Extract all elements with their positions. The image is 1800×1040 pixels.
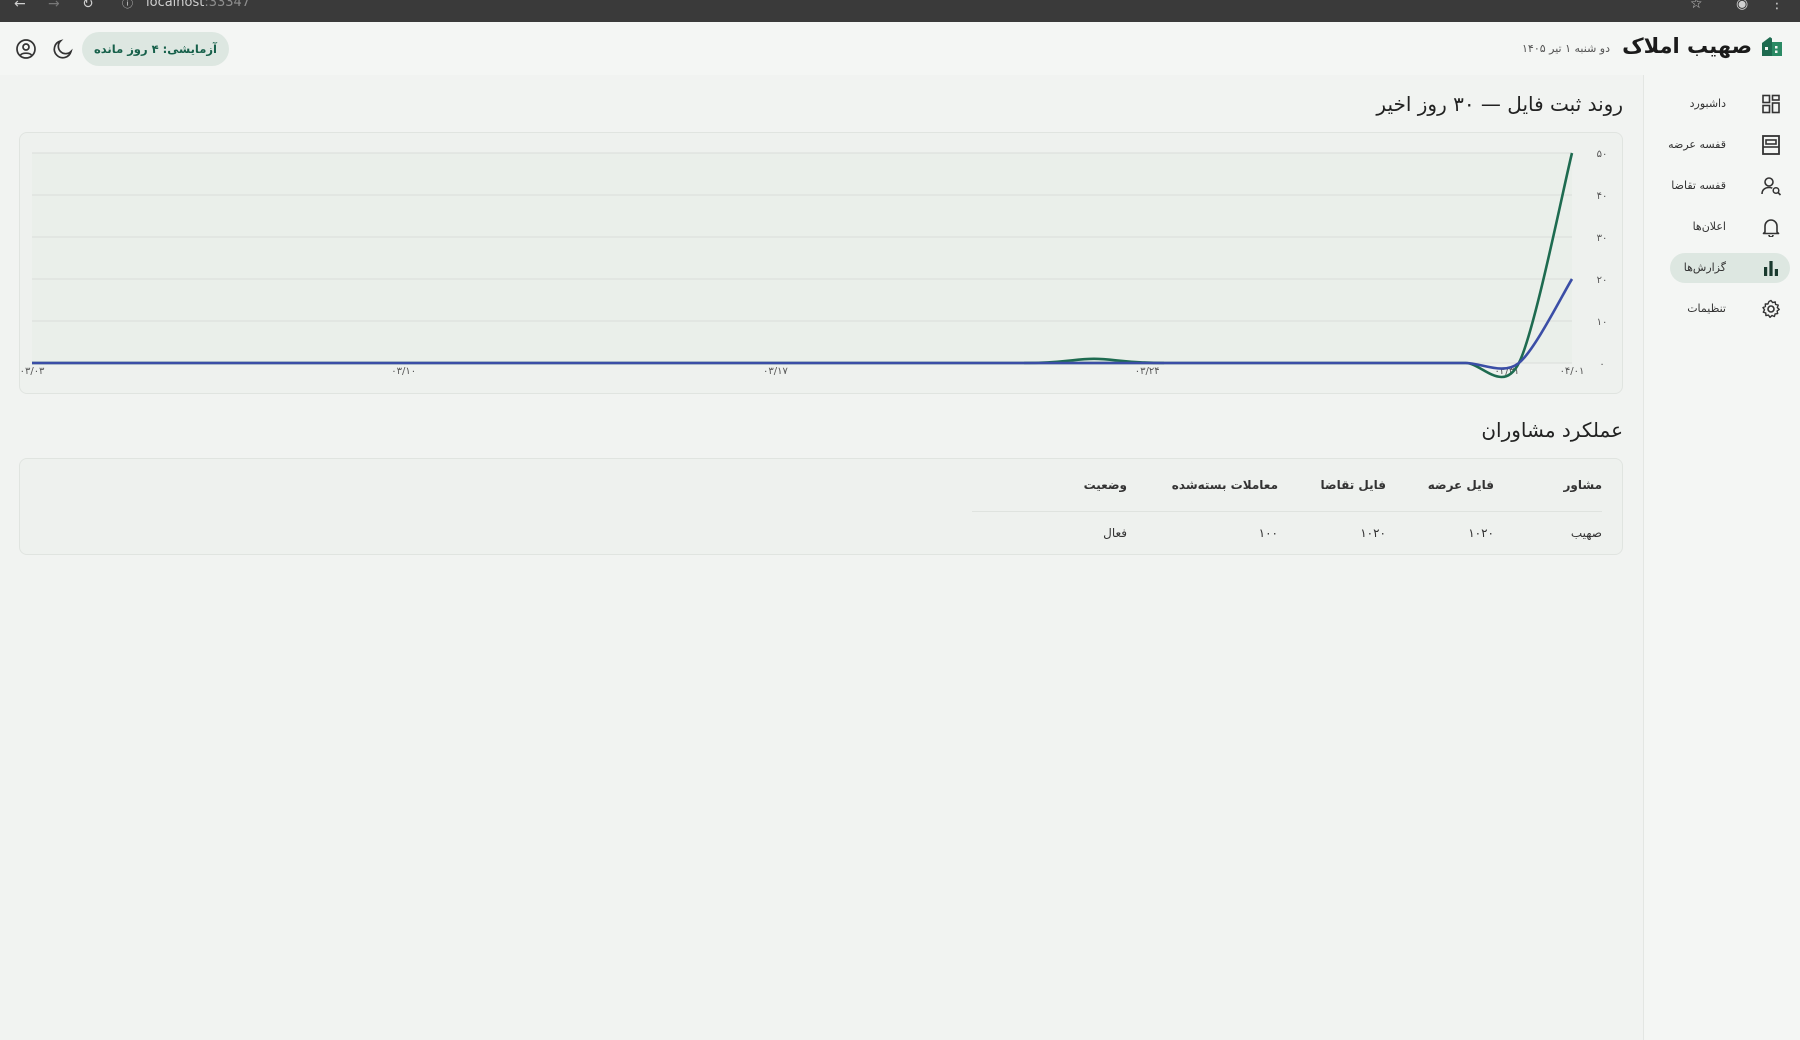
menu-icon[interactable]: ⋮	[1770, 0, 1784, 11]
reload-icon[interactable]: ↻	[82, 0, 94, 11]
x-tick-label: ۰۳/۰۳	[20, 366, 45, 377]
trend-line-chart: ۰۱۰۲۰۳۰۴۰۵۰۰۳/۰۳ ۰۳/۱۰ ۰۳/۱۷ ۰۳/۲۴ ۰۳/۳۱ ۰۴/۰…	[20, 149, 1608, 379]
account-icon[interactable]	[14, 37, 38, 61]
sidebar: داشبورد قفسه عرضه قفسه تقاضا اعلان‌ها	[1643, 75, 1800, 1040]
column-header-closed-deals[interactable]: معاملات بسته‌شده	[1127, 459, 1278, 512]
trial-badge[interactable]: آزمایشی: ۴ روز مانده	[82, 32, 229, 66]
offer-shelf-icon	[1762, 135, 1780, 155]
column-header-status[interactable]: وضعیت	[972, 459, 1127, 512]
x-tick-label: ۰۴/۰۱	[1560, 366, 1585, 377]
column-header-offer-files[interactable]: فایل عرضه	[1386, 459, 1494, 512]
performance-title: عملکرد مشاوران	[1481, 418, 1623, 442]
trend-chart-card: ۰ ۱۰ ۲۰ ۳۰ ۴۰ ۵۰ ۰۳/۰۳ ۰۳/۱۰ ۰۳/۱۷ ۰۳/۲۴ ۰۳/۳۱ ۰۴/۰…	[19, 132, 1623, 394]
cell-closed-deals: ۱۰۰	[1258, 526, 1278, 541]
back-icon[interactable]: ←	[14, 0, 26, 11]
sidebar-item-label: قفسه تقاضا	[1671, 179, 1726, 192]
sidebar-item-reports[interactable]: گزارش‌ها	[1670, 253, 1790, 283]
cell-demand-files: ۱۰۲۰	[1360, 526, 1386, 541]
sidebar-item-label: تنظیمات	[1687, 302, 1726, 315]
performance-table: مشاور فایل عرضه فایل تقاضا معاملات بسته‌…	[972, 459, 1602, 555]
y-tick-label: ۵۰	[1597, 149, 1608, 160]
gear-icon	[1762, 299, 1780, 318]
y-tick-label: ۰	[1599, 359, 1604, 370]
current-date: دو شنبه ۱ تیر ۱۴۰۵	[1522, 42, 1610, 55]
dashboard-icon	[1762, 94, 1780, 114]
address-bar[interactable]: localhost:33347	[146, 0, 250, 9]
bell-icon	[1762, 219, 1780, 237]
sidebar-item-label: اعلان‌ها	[1692, 220, 1726, 233]
brand[interactable]: صهیب املاک	[1622, 34, 1784, 58]
app-name: صهیب املاک	[1622, 34, 1752, 58]
sidebar-item-label: داشبورد	[1689, 97, 1726, 110]
bar-chart-icon	[1764, 261, 1778, 276]
table-header-row: مشاور فایل عرضه فایل تقاضا معاملات بسته‌…	[972, 459, 1602, 512]
site-info-icon[interactable]: ⓘ	[122, 0, 133, 9]
profile-icon[interactable]: ◉	[1736, 0, 1748, 11]
demand-shelf-icon	[1761, 177, 1782, 196]
cell-advisor: صهیب	[1570, 526, 1602, 541]
table-row[interactable]: صهیب ۱۰۲۰ ۱۰۲۰ ۱۰۰ فعال	[972, 511, 1602, 555]
sidebar-item-label: گزارش‌ها	[1683, 261, 1726, 274]
sidebar-item-label: قفسه عرضه	[1668, 138, 1726, 151]
trend-chart-title: روند ثبت فایل — ۳۰ روز اخیر	[1376, 92, 1623, 116]
y-tick-label: ۱۰	[1597, 317, 1608, 328]
cell-offer-files: ۱۰۲۰	[1468, 526, 1494, 541]
sidebar-item-settings[interactable]: تنظیمات	[1670, 294, 1790, 324]
forward-icon[interactable]: →	[48, 0, 60, 11]
y-tick-label: ۳۰	[1597, 233, 1608, 244]
app-header: صهیب املاک دو شنبه ۱ تیر ۱۴۰۵ آزمایشی: ۴…	[0, 22, 1800, 75]
y-tick-label: ۴۰	[1597, 191, 1608, 202]
x-tick-label: ۰۳/۱۰	[391, 366, 416, 377]
plot-area	[32, 153, 1572, 363]
x-tick-label: ۰۳/۲۴	[1135, 366, 1160, 377]
cell-status: فعال	[1103, 526, 1127, 541]
y-tick-label: ۲۰	[1597, 275, 1608, 286]
sidebar-item-demand-shelf[interactable]: قفسه تقاضا	[1670, 171, 1790, 201]
building-logo-icon	[1762, 37, 1782, 56]
x-tick-label: ۰۳/۱۷	[763, 366, 788, 377]
sidebar-item-dashboard[interactable]: داشبورد	[1670, 89, 1790, 119]
browser-toolbar: ← → ↻ ⓘ localhost:33347 ☆ ◉ ⋮	[0, 0, 1800, 22]
column-header-demand-files[interactable]: فایل تقاضا	[1278, 459, 1386, 512]
dark-mode-icon[interactable]	[51, 37, 75, 61]
sidebar-item-notifications[interactable]: اعلان‌ها	[1670, 212, 1790, 242]
sidebar-item-offer-shelf[interactable]: قفسه عرضه	[1668, 130, 1790, 160]
performance-table-card: مشاور فایل عرضه فایل تقاضا معاملات بسته‌…	[19, 458, 1623, 555]
bookmark-star-icon[interactable]: ☆	[1690, 0, 1703, 11]
column-header-advisor[interactable]: مشاور	[1494, 459, 1602, 512]
